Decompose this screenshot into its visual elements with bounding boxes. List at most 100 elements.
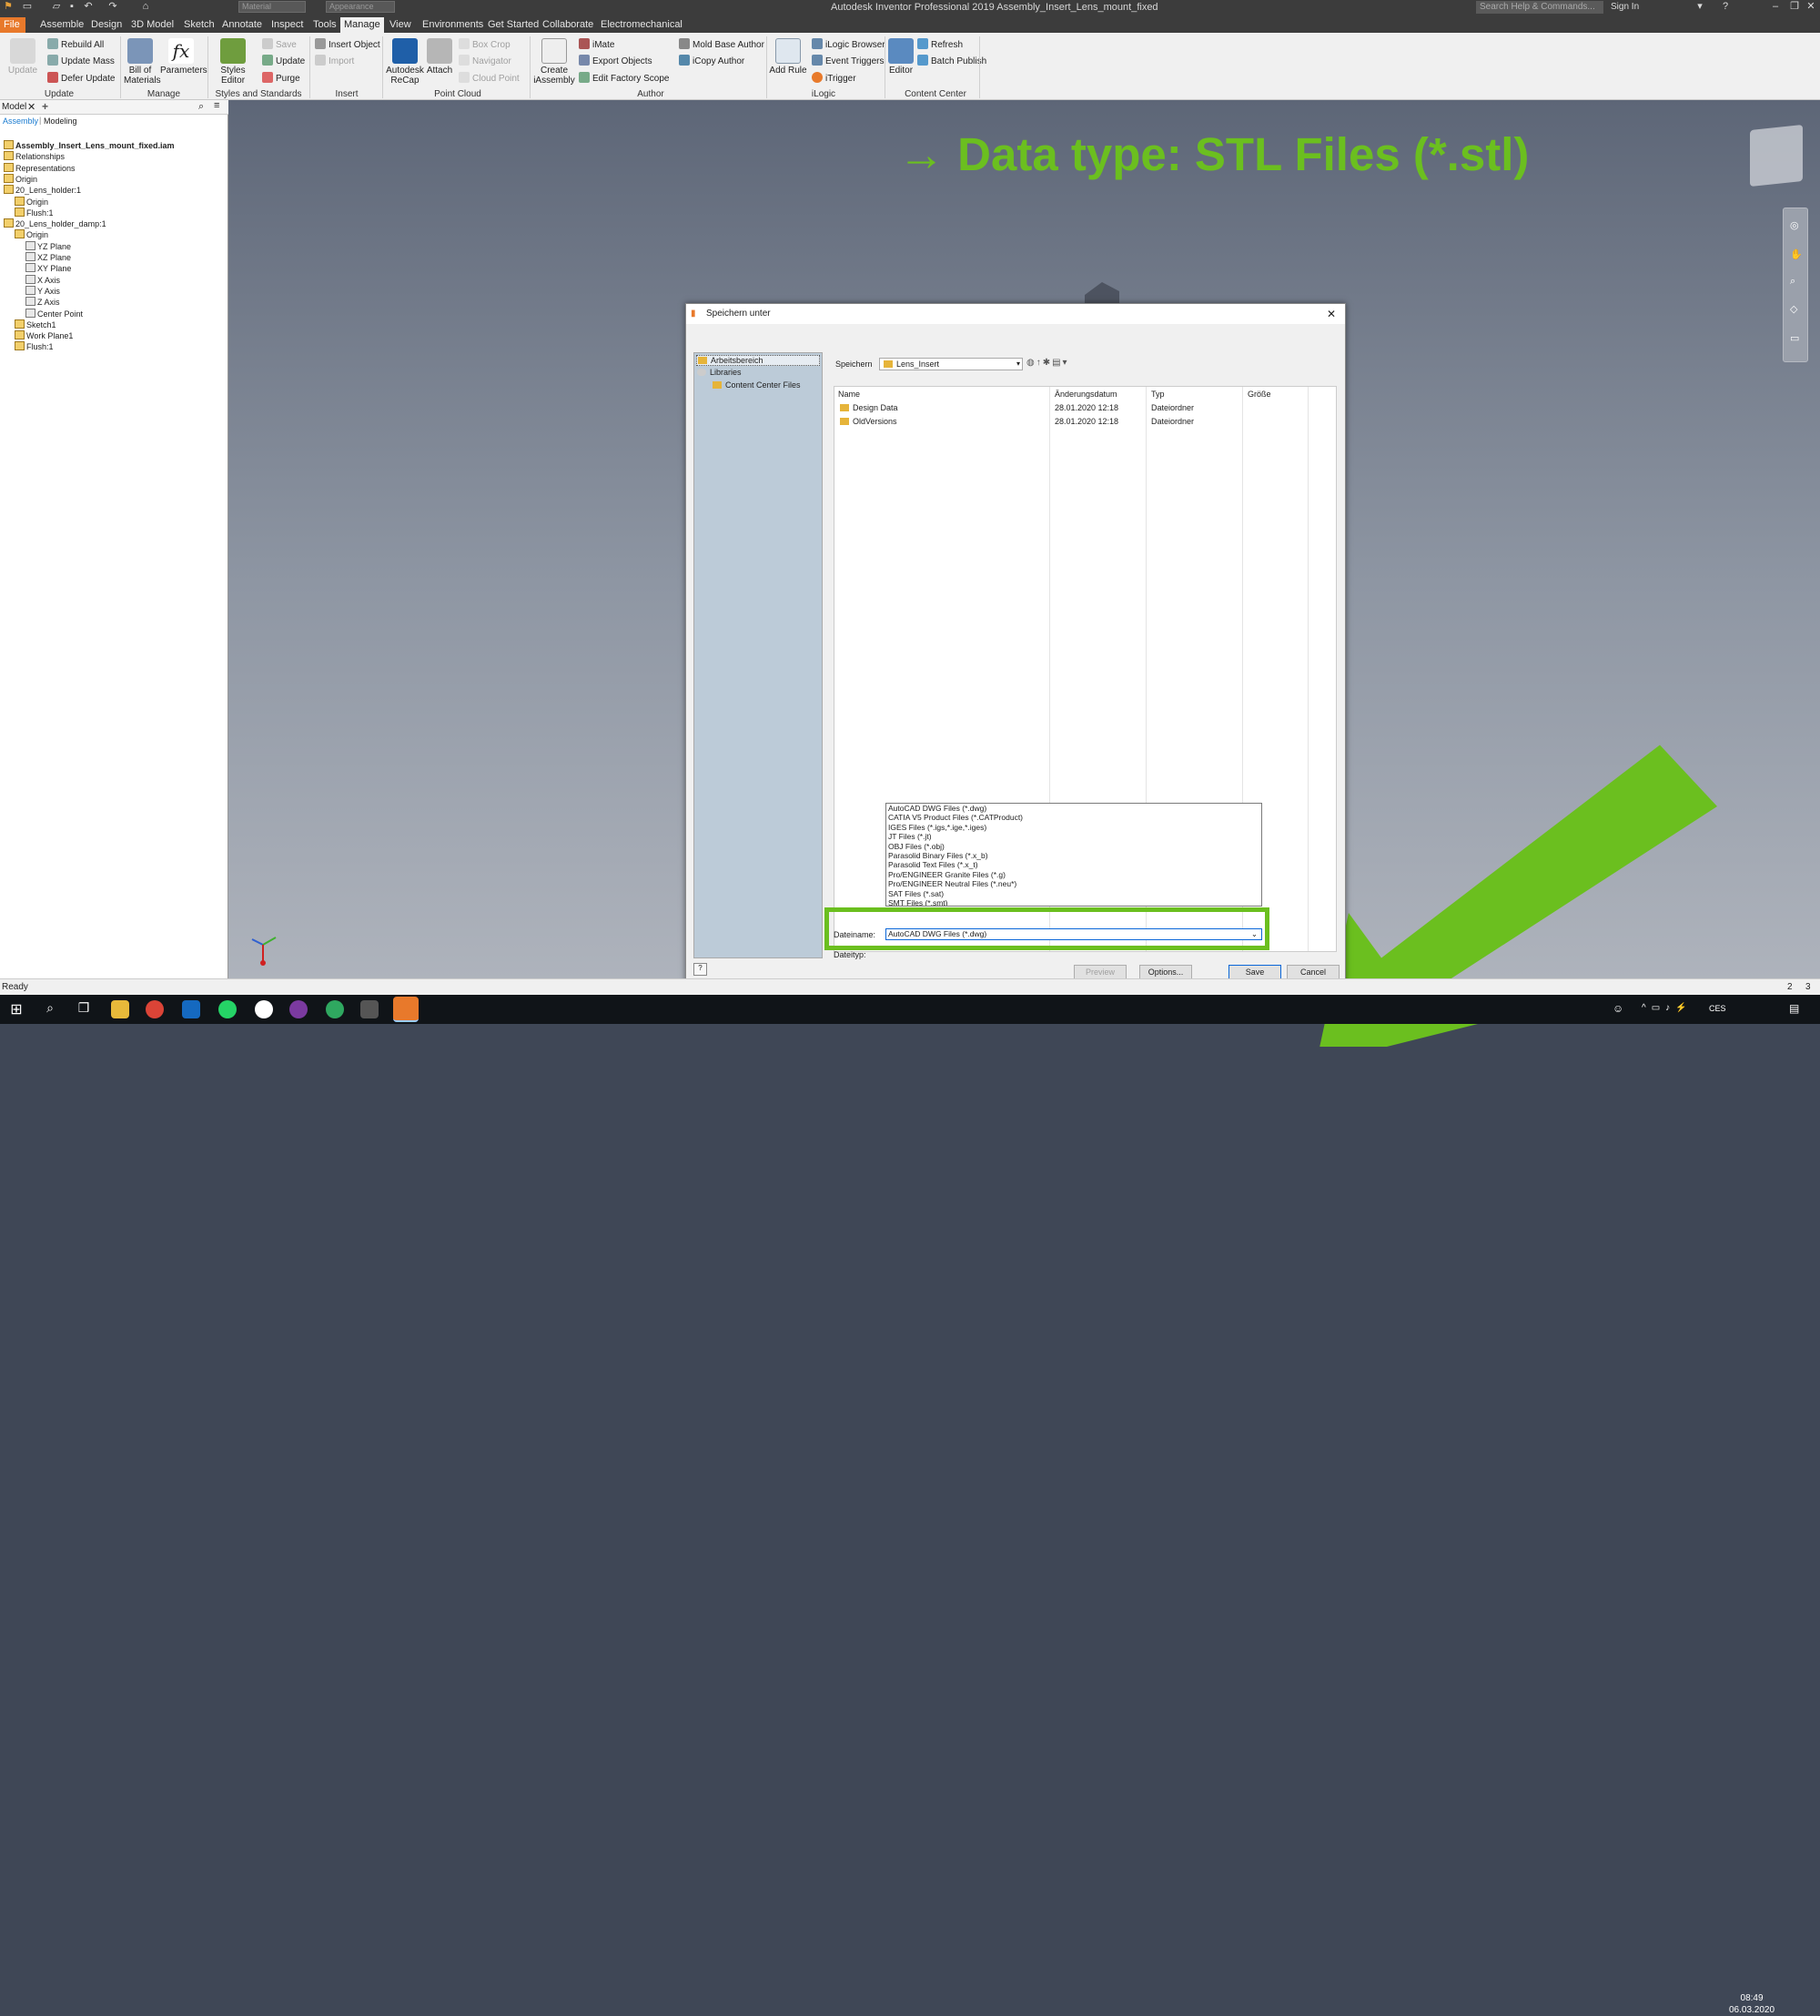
tree-node[interactable]: YZ Plane — [25, 240, 71, 252]
file-type-option[interactable]: SMT Files (*.smt) — [886, 898, 1261, 906]
steering-wheel-icon[interactable]: ◎ — [1790, 219, 1799, 231]
parameters-button[interactable]: fx Parameters — [160, 38, 207, 76]
tab-tools[interactable]: Tools — [309, 17, 340, 33]
tab-collaborate[interactable]: Collaborate — [539, 17, 597, 33]
outlook-icon[interactable] — [182, 1000, 200, 1018]
column-type[interactable]: Typ — [1148, 387, 1165, 401]
minimize-icon[interactable]: – — [1770, 1, 1781, 12]
tree-node[interactable]: Work Plane1 — [15, 330, 73, 341]
rebuild-all-button[interactable]: Rebuild All — [47, 38, 104, 50]
file-type-option[interactable]: Parasolid Binary Files (*.x_b) — [886, 851, 1261, 860]
redo-icon[interactable]: ↷ — [107, 1, 118, 12]
navigator-button[interactable]: Navigator — [459, 55, 511, 66]
tab-assemble[interactable]: Assemble — [36, 17, 87, 33]
styles-editor-button[interactable]: Styles Editor — [209, 38, 257, 86]
tree-node[interactable]: Origin — [4, 173, 37, 185]
file-type-option[interactable]: Pro/ENGINEER Neutral Files (*.neu*) — [886, 879, 1261, 888]
add-rule-button[interactable]: Add Rule — [768, 38, 808, 76]
help-icon[interactable]: ? — [693, 963, 707, 976]
imate-button[interactable]: iMate — [579, 38, 614, 50]
whatsapp-icon[interactable] — [218, 1000, 237, 1018]
styles-update-button[interactable]: Update — [262, 55, 305, 66]
cancel-button[interactable]: Cancel — [1287, 965, 1340, 979]
tree-node[interactable]: Origin — [15, 229, 48, 240]
file-type-option[interactable]: OBJ Files (*.obj) — [886, 842, 1261, 851]
language-indicator[interactable]: CES — [1709, 1004, 1726, 1013]
import-button[interactable]: Import — [315, 55, 354, 66]
file-type-option[interactable]: IGES Files (*.igs,*.ige,*.iges) — [886, 823, 1261, 832]
event-triggers-button[interactable]: Event Triggers — [812, 55, 884, 66]
tab-annotate[interactable]: Annotate — [218, 17, 266, 33]
slack-icon[interactable] — [255, 1000, 273, 1018]
tree-node[interactable]: Assembly_Insert_Lens_mount_fixed.iam — [4, 140, 175, 151]
navigation-bar[interactable]: ◎ ✋ ⌕ ◇ ▭ — [1783, 208, 1808, 362]
new-icon[interactable]: ▭ — [22, 1, 33, 12]
close-icon[interactable]: ✕ — [27, 101, 35, 113]
create-iassembly-button[interactable]: Create iAssembly — [531, 38, 577, 86]
restore-icon[interactable]: ❐ — [1789, 1, 1800, 12]
menu-icon[interactable]: ≡ — [214, 100, 219, 111]
cart-icon[interactable]: ▾ — [1694, 1, 1705, 12]
file-type-option[interactable]: CATIA V5 Product Files (*.CATProduct) — [886, 813, 1261, 822]
tree-node[interactable]: Sketch1 — [15, 319, 56, 330]
tree-node[interactable]: Z Axis — [25, 297, 60, 308]
file-type-option[interactable]: JT Files (*.jt) — [886, 832, 1261, 841]
purge-button[interactable]: Purge — [262, 72, 300, 84]
options-button[interactable]: Options... — [1139, 965, 1192, 979]
tab-environments[interactable]: Environments — [419, 17, 487, 33]
sign-in-link[interactable]: Sign In — [1611, 2, 1639, 12]
tab-3d-model[interactable]: 3D Model — [127, 17, 177, 33]
help-icon[interactable]: ? — [1720, 1, 1731, 12]
icopy-author-button[interactable]: iCopy Author — [679, 55, 744, 66]
export-objects-button[interactable]: Export Objects — [579, 55, 652, 66]
dialog-close-icon[interactable]: ✕ — [1327, 304, 1336, 324]
itrigger-button[interactable]: iTrigger — [812, 72, 856, 84]
tree-node[interactable]: Relationships — [4, 151, 65, 162]
column-date[interactable]: Änderungsdatum — [1051, 387, 1117, 401]
windows-start-icon[interactable]: ⊞ — [7, 1000, 25, 1018]
tray-icons[interactable]: ^▭♪⚡ — [1642, 1003, 1693, 1013]
place-libraries[interactable]: Libraries — [696, 368, 742, 377]
people-icon[interactable]: ☺ — [1613, 1002, 1623, 1015]
clock[interactable]: 08:49 06.03.2020 — [1729, 1992, 1774, 2016]
tree-node[interactable]: Representations — [4, 162, 76, 174]
folder-nav-icons[interactable]: ◍↑✱▤▾ — [1026, 358, 1069, 368]
tree-node[interactable]: X Axis — [25, 274, 60, 286]
undo-icon[interactable]: ↶ — [83, 1, 94, 12]
tree-node[interactable]: XZ Plane — [25, 252, 71, 263]
mold-base-author-button[interactable]: Mold Base Author — [679, 38, 764, 50]
tab-get-started[interactable]: Get Started — [484, 17, 542, 33]
tree-node[interactable]: Y Axis — [25, 285, 60, 297]
github-icon[interactable] — [289, 1000, 308, 1018]
tab-sketch[interactable]: Sketch — [180, 17, 218, 33]
search-icon[interactable]: ⌕ — [198, 101, 204, 113]
tab-design[interactable]: Design — [87, 17, 126, 33]
tab-manage[interactable]: Manage — [340, 17, 384, 33]
browser-tab-model[interactable]: Model — [2, 102, 26, 112]
content-center-editor-button[interactable]: Editor — [886, 38, 915, 76]
cloud-point-button[interactable]: Cloud Point — [459, 72, 520, 84]
file-explorer-icon[interactable] — [111, 1000, 129, 1018]
tree-node[interactable]: Origin — [15, 196, 48, 208]
defer-update-button[interactable]: Defer Update — [47, 72, 115, 84]
recap-button[interactable]: Autodesk ReCap — [384, 38, 426, 86]
save-button[interactable]: Save — [1228, 965, 1281, 979]
tab-view[interactable]: View — [386, 17, 415, 33]
look-at-icon[interactable]: ▭ — [1790, 332, 1799, 344]
subtab-modeling[interactable]: Modeling — [44, 117, 77, 126]
column-size[interactable]: Größe — [1244, 387, 1271, 401]
bill-of-materials-button[interactable]: Bill of Materials — [124, 38, 161, 86]
tree-node[interactable]: 20_Lens_holder_damp:1 — [4, 218, 106, 229]
box-crop-button[interactable]: Box Crop — [459, 38, 511, 50]
place-content-center[interactable]: Content Center Files — [707, 380, 801, 390]
attach-button[interactable]: Attach — [426, 38, 453, 76]
tree-node[interactable]: 20_Lens_holder:1 — [4, 185, 81, 196]
close-window-icon[interactable]: ✕ — [1805, 1, 1816, 12]
tree-node[interactable]: XY Plane — [25, 263, 71, 274]
styles-save-button[interactable]: Save — [262, 38, 297, 50]
tree-node[interactable]: Center Point — [25, 308, 83, 319]
edit-factory-scope-button[interactable]: Edit Factory Scope — [579, 72, 669, 84]
tab-file[interactable]: File — [0, 17, 25, 33]
subtab-assembly[interactable]: Assembly — [3, 117, 38, 126]
chrome-icon[interactable] — [146, 1000, 164, 1018]
